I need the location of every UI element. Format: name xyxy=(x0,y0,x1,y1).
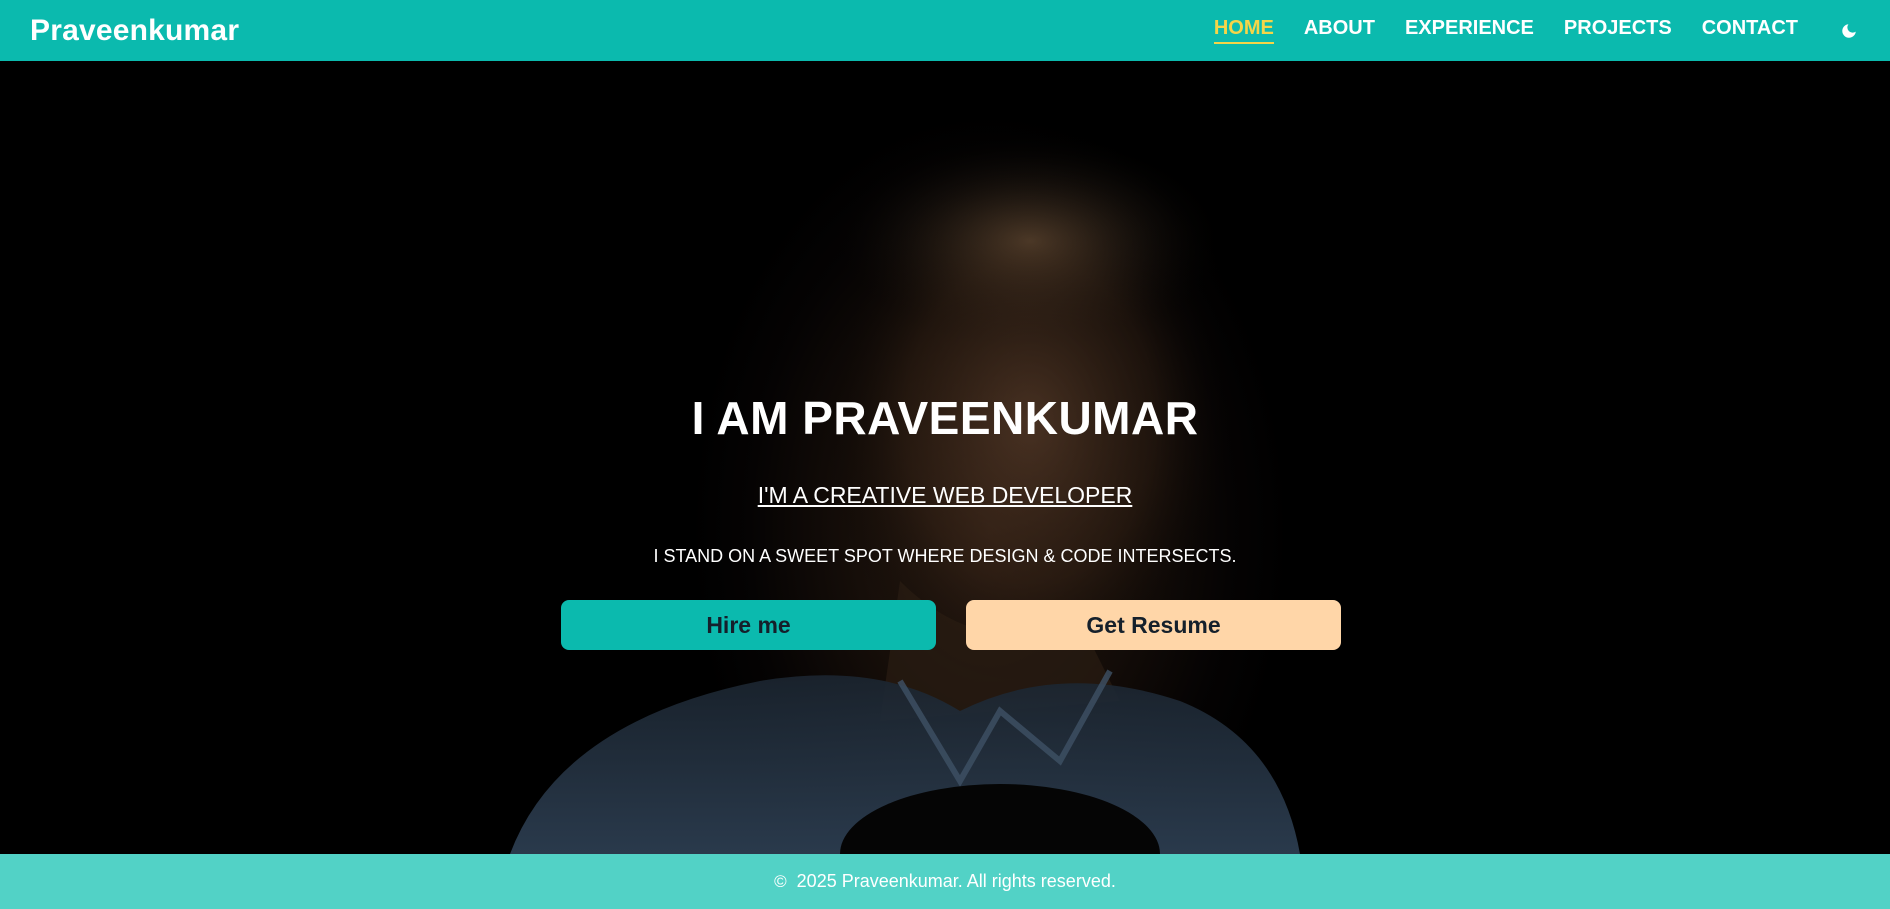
theme-toggle-button[interactable] xyxy=(1838,20,1860,42)
hero-section: I AM PRAVEENKUMAR I'M A CREATIVE WEB DEV… xyxy=(0,61,1890,854)
moon-icon xyxy=(1842,23,1856,38)
get-resume-button[interactable]: Get Resume xyxy=(966,600,1341,650)
hire-me-button[interactable]: Hire me xyxy=(561,600,936,650)
main-nav: HOME ABOUT EXPERIENCE PROJECTS CONTACT xyxy=(1184,0,1860,61)
copyright-icon: © xyxy=(774,871,787,891)
nav-link-home[interactable]: HOME xyxy=(1213,17,1274,44)
footer-text: 2025 Praveenkumar. All rights reserved. xyxy=(796,871,1116,891)
nav-link-experience[interactable]: EXPERIENCE xyxy=(1405,17,1534,44)
navbar: Praveenkumar HOME ABOUT EXPERIENCE PROJE… xyxy=(0,0,1890,61)
hero-subtitle: I'M A CREATIVE WEB DEVELOPER xyxy=(757,482,1133,508)
footer: © 2025 Praveenkumar. All rights reserved… xyxy=(0,854,1890,909)
hero-tagline: I STAND ON A SWEET SPOT WHERE DESIGN & C… xyxy=(653,546,1237,566)
brand-logo[interactable]: Praveenkumar xyxy=(30,14,239,48)
hero-title: I AM PRAVEENKUMAR xyxy=(691,392,1199,444)
nav-link-projects[interactable]: PROJECTS xyxy=(1564,17,1672,44)
nav-link-about[interactable]: ABOUT xyxy=(1304,17,1375,44)
nav-link-contact[interactable]: CONTACT xyxy=(1702,17,1798,44)
hero-content: I AM PRAVEENKUMAR I'M A CREATIVE WEB DEV… xyxy=(0,61,1890,854)
